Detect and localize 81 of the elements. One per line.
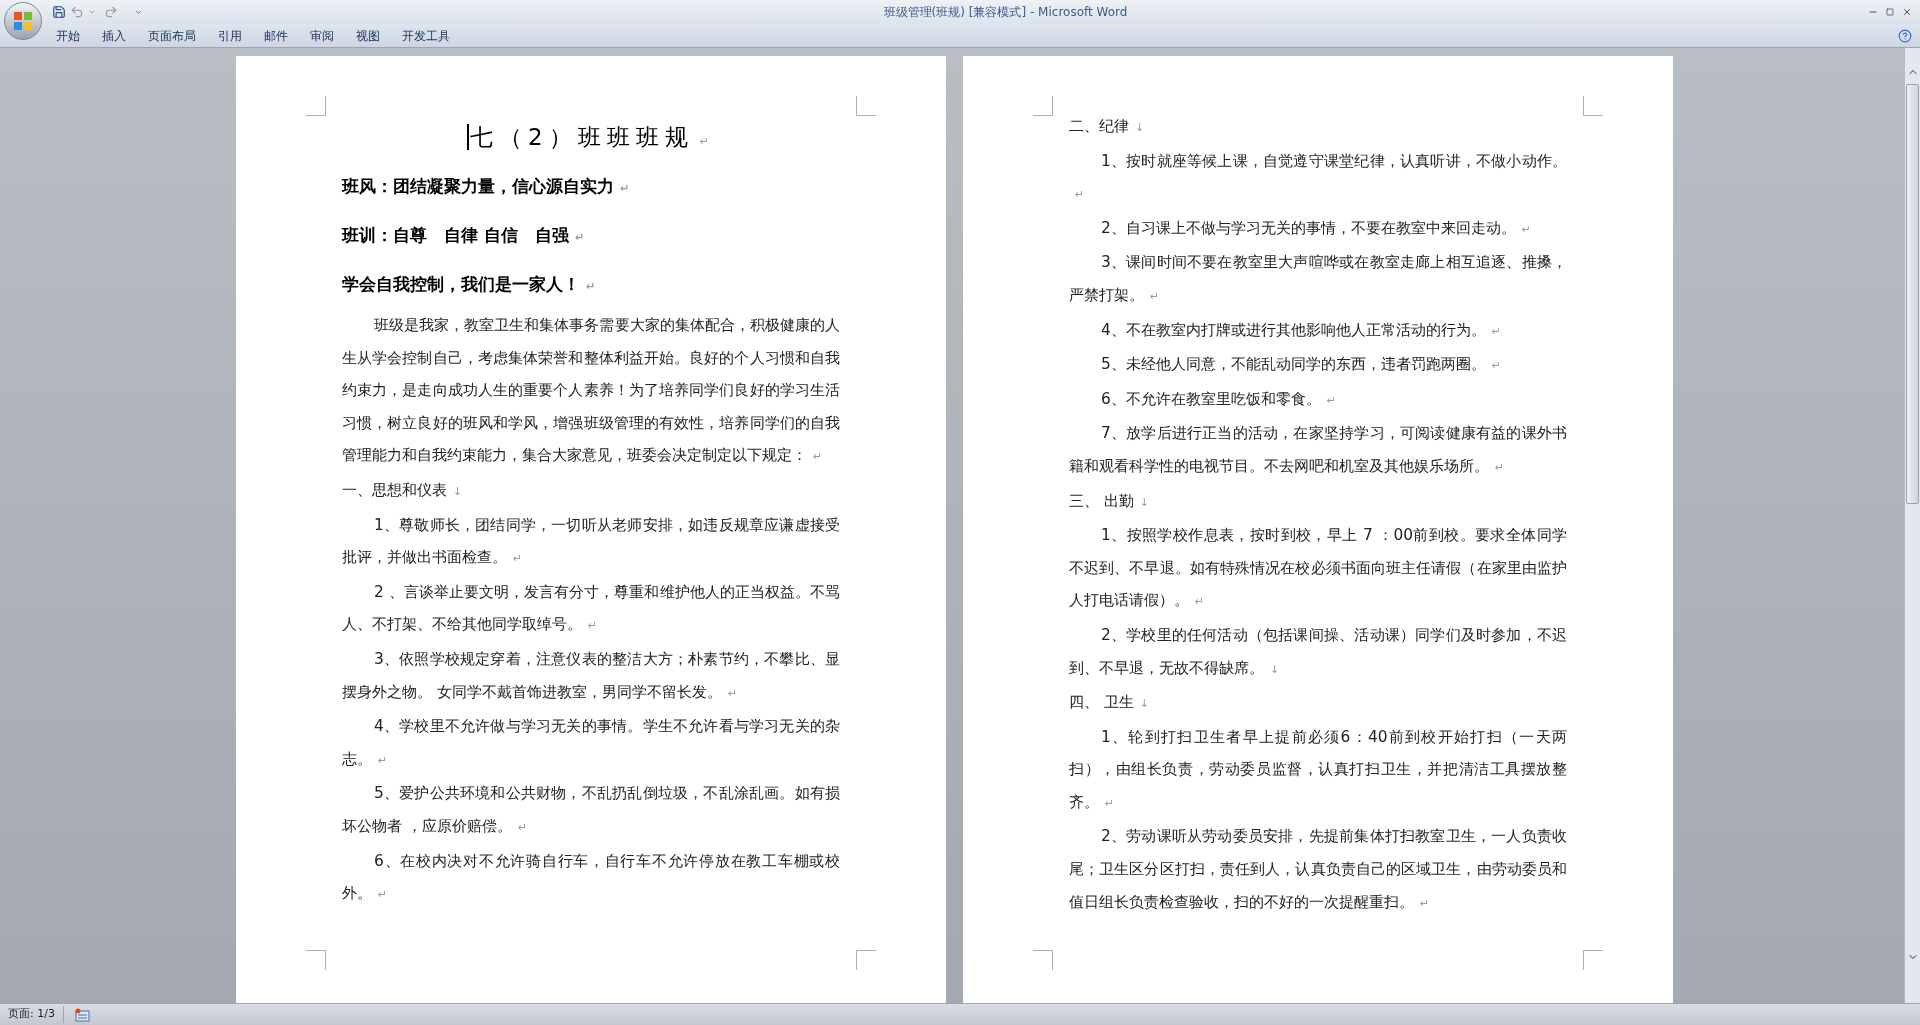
rule-paragraph: 2、自习课上不做与学习无关的事情，不要在教室中来回走动。 ↵ [1100,217,1532,239]
margin-corner-mark [1583,96,1603,116]
paragraph-mark: ↵ [588,619,598,633]
rule-paragraph: 班级是我家，教室卫生和集体事务需要大家的集体配合，积极健康的人生从学会控制自己，考虑集体荣誉和整体利益开始。良好的个人习惯和自我约束力，是走向成功人生的重要个人素养！为了培养同学们良好的学习生活习惯，树立良好的班风和学风，增强班级管理的有效性，培养同学们的自我管理能力和自我约束能力，集合大家意见，班委会决定制定以下规定： ↵ [342,315,840,467]
close-icon[interactable] [1902,7,1912,17]
macro-record-icon[interactable] [73,1007,90,1022]
redo-icon[interactable] [104,5,118,19]
motto-line: 学会自我控制，我们是一家人！ ↵ [342,272,596,296]
ribbon-tab[interactable]: 引用 [212,24,248,47]
text-cursor [467,124,470,150]
office-logo-icon [13,11,33,31]
rule-paragraph: 3、依照学校规定穿着，注意仪表的整洁大方；朴素节约，不攀比、显摆身外之物。 女同学不戴首饰进教室，男同学不留长发。 ↵ [342,648,840,703]
section-heading: 四、 卫生 ↓ [1069,692,1150,714]
paragraph-mark: ↵ [813,450,823,464]
rule-paragraph: 2、学校里的任何活动（包括课间操、活动课）同学们及时参加，不迟到、不早退，无故不得缺席。 ↓ [1069,624,1567,679]
paragraph-mark: ↓ [1139,495,1149,509]
ribbon-tab[interactable]: 开发工具 [396,24,456,47]
margin-corner-mark [856,950,876,970]
margin-corner-mark [856,96,876,116]
rule-paragraph: 5、未经他人同意，不能乱动同学的东西，违者罚跑两圈。 ↵ [1100,354,1502,376]
rule-paragraph: 1、按时就座等候上课，自觉遵守课堂纪律，认真听讲，不做小动作。 ↵ [1074,150,1567,204]
paragraph-mark: ↓ [453,484,463,498]
paragraph-mark: ↓ [1135,121,1145,134]
paragraph-mark: ↵ [513,552,523,566]
paragraph-mark: ↓ [1270,662,1280,676]
paragraph-mark: ↵ [1326,393,1336,407]
paragraph-mark: ↵ [620,181,630,195]
paragraph-mark: ↵ [517,820,528,834]
paragraph-mark: ↓ [1139,697,1149,711]
section-heading: 二、纪律 ↓ [1069,116,1146,137]
motto-line: 班风：团结凝聚力量，信心源自实力 ↵ [342,174,630,198]
restore-icon[interactable] [1886,8,1894,16]
document-title: 七（2）班班班规 ↵ [470,122,715,152]
scrollbar-thumb[interactable] [1906,84,1919,504]
paragraph-mark: ↵ [699,134,715,148]
rule-paragraph: 6、在校内决对不允许骑自行车，自行车不允许停放在教工车棚或校外。 ↵ [342,850,840,905]
paragraph-mark: ↵ [378,753,388,767]
rule-paragraph: 1、轮到打扫卫生者早上提前必须6：40前到校开始打扫（一天两扫），由组长负责，劳动委员监督，认真打扫卫生，并把清洁工具摆放整齐。 ↵ [1069,726,1567,813]
paragraph-mark: ↵ [1521,222,1531,236]
paragraph-mark: ↵ [586,279,596,293]
window-title: 班级管理(班规) [兼容模式] - Microsoft Word [883,4,1128,21]
motto-line: 班训：自尊 自律 自信 自强 ↵ [342,223,585,247]
paragraph-mark: ↵ [1495,460,1505,474]
rule-paragraph: 4、不在教室内打牌或进行其他影响他人正常活动的行为。 ↵ [1100,319,1502,341]
paragraph-mark: ↵ [1150,289,1160,303]
margin-corner-mark [1033,96,1053,116]
help-icon[interactable] [1898,28,1912,43]
vertical-scrollbar[interactable] [1904,48,1920,1003]
rule-paragraph: 3、课间时间不要在教室里大声喧哗或在教室走廊上相互追逐、推搡，严禁打架。 ↵ [1069,252,1567,306]
ribbon-tab[interactable]: 邮件 [258,24,294,47]
paragraph-mark: ↵ [1195,595,1205,609]
margin-corner-mark [306,950,326,970]
save-icon[interactable] [52,5,66,19]
rule-paragraph: 1、按照学校作息表，按时到校，早上 7 ：00前到校。要求全体同学不迟到、不早退。如有特殊情况在校必须书面向班主任请假（在家里由监护人打电话请假）。 ↵ [1069,525,1567,612]
section-heading: 三、 出勤 ↓ [1069,490,1150,512]
rule-paragraph: 2 、言谈举止要文明，发言有分寸，尊重和维护他人的正当权益。不骂人、不打架、不给其他同学取绰号。 ↵ [342,581,840,636]
paragraph-mark: ↵ [1420,896,1430,910]
paragraph-mark: ↵ [727,686,738,700]
rule-paragraph: 4、学校里不允许做与学习无关的事情。学生不允许看与学习无关的杂志。 ↵ [342,716,840,770]
paragraph-mark: ↵ [378,888,388,902]
rule-paragraph: 7、放学后进行正当的活动，在家坚持学习，可阅读健康有益的课外书籍和观看科学性的电视节目。不去网吧和机室及其他娱乐场所。 ↵ [1069,423,1567,477]
margin-corner-mark [1583,950,1603,970]
rule-paragraph: 2、劳动课听从劳动委员安排，先提前集体打扫教室卫生，一人负责收尾；卫生区分区打扫，责任到人，认真负责自己的区域卫生，由劳动委员和值日组长负责检查验收，扫的不好的一次提醒重扫。 ↵ [1069,826,1567,913]
ribbon-tab[interactable]: 页面布局 [142,24,202,47]
paragraph-mark: ↵ [1075,188,1085,202]
page-count[interactable]: 页面: 1/3 [0,1006,64,1023]
ribbon-tab[interactable]: 审阅 [304,24,340,47]
rule-paragraph: 5、爱护公共环境和公共财物，不乱扔乱倒垃圾，不乱涂乱画。如有损坏公物者 ，应原价赔偿。 ↵ [342,783,840,837]
caret-icon[interactable] [88,8,96,16]
paragraph-mark: ↵ [574,230,585,244]
section-heading: 一、思想和仪表 ↓ [342,479,464,501]
paragraph-mark: ↵ [1491,324,1501,338]
margin-corner-mark [306,96,326,116]
ribbon-tab[interactable]: 插入 [96,24,132,47]
ribbon-tab[interactable]: 视图 [350,24,386,47]
margin-corner-mark [1033,950,1053,970]
paragraph-mark: ↵ [1105,796,1115,810]
rule-paragraph: 6、不允许在教室里吃饭和零食。 ↵ [1100,388,1337,410]
ribbon-tab[interactable]: 开始 [50,24,86,47]
paragraph-mark: ↵ [1491,359,1501,373]
rule-paragraph: 1、尊敬师长，团结同学，一切听从老师安排，如违反规章应谦虚接受批评，并做出书面检查。 ↵ [342,514,840,569]
